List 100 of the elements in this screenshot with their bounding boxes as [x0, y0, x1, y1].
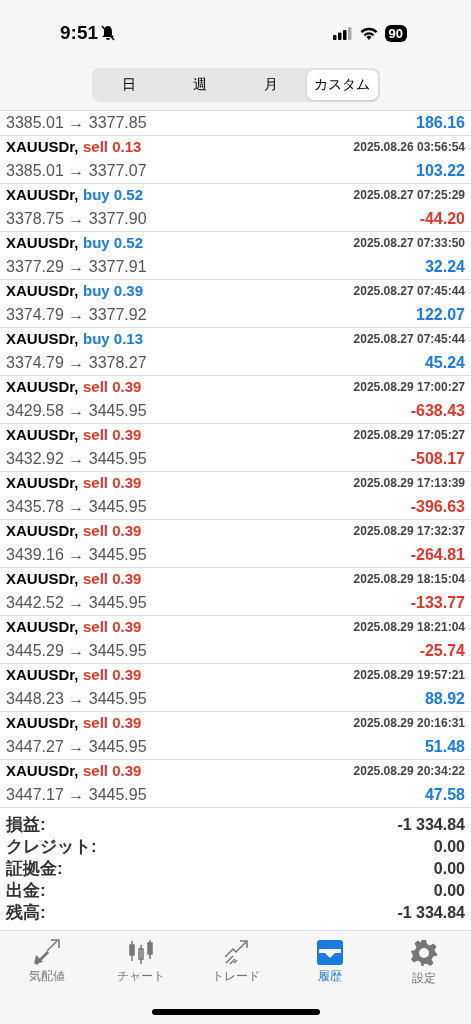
deal-time: 2025.08.27 07:45:44: [353, 284, 465, 299]
bell-muted-icon: [101, 25, 116, 41]
profit-value: -508.17: [410, 449, 465, 468]
order-label: sell 0.39: [83, 378, 142, 396]
symbol-label: XAUUSDr,: [6, 282, 79, 300]
price-range: 3429.58 → 3445.95: [6, 401, 147, 420]
symbol-label: XAUUSDr,: [6, 570, 79, 588]
deal-time: 2025.08.29 17:05:27: [353, 428, 465, 443]
symbol-label: XAUUSDr,: [6, 186, 79, 204]
deal-time: 2025.08.29 19:57:21: [353, 668, 465, 683]
deal-time: 2025.08.29 17:32:37: [353, 524, 465, 539]
segment-tab[interactable]: カスタム: [306, 70, 378, 100]
symbol-label: XAUUSDr,: [6, 666, 79, 684]
deal-time: 2025.08.29 17:13:39: [353, 476, 465, 491]
summary-value: -1 334.84: [397, 903, 465, 922]
order-label: buy 0.52: [83, 234, 143, 252]
price-range: 3448.23 → 3445.95: [6, 689, 147, 708]
candlestick-icon: [127, 938, 156, 965]
price-range: 3447.17 → 3445.95: [6, 785, 147, 804]
deal-time: 2025.08.29 20:16:31: [353, 716, 465, 731]
segment-tab[interactable]: 日: [93, 70, 165, 100]
summary-value: -1 334.84: [397, 815, 465, 834]
deal-time: 2025.08.26 03:56:54: [353, 140, 465, 155]
tab-bar-item[interactable]: 履歴: [282, 936, 377, 989]
price-range: 3385.01 → 3377.85: [6, 113, 147, 132]
tab-bar-item[interactable]: トレード: [188, 936, 283, 989]
clock-time: 9:51: [60, 22, 99, 44]
segment-tab[interactable]: 週: [164, 70, 236, 100]
price-range: 3442.52 → 3445.95: [6, 593, 147, 612]
order-label: buy 0.39: [83, 282, 143, 300]
symbol-label: XAUUSDr,: [6, 522, 79, 540]
order-label: sell 0.13: [83, 138, 142, 156]
profit-value: -638.43: [410, 401, 465, 420]
arrows-icon: [33, 938, 62, 965]
summary-label: 証拠金:: [6, 858, 63, 880]
summary-label: クレジット:: [6, 836, 97, 858]
price-range: 3374.79 → 3378.27: [6, 353, 147, 372]
order-label: sell 0.39: [83, 570, 142, 588]
profit-value: -396.63: [410, 497, 465, 516]
symbol-label: XAUUSDr,: [6, 234, 79, 252]
profit-value: 51.48: [424, 737, 465, 756]
profit-value: 122.07: [416, 305, 465, 324]
deal-time: 2025.08.29 18:15:04: [353, 572, 465, 587]
settings-icon: [409, 938, 438, 967]
profit-value: -25.74: [419, 641, 465, 660]
price-range: 3374.79 → 3377.92: [6, 305, 147, 324]
summary-label: 残高:: [6, 902, 46, 924]
summary-label: 出金:: [6, 880, 46, 902]
order-label: buy 0.13: [83, 330, 143, 348]
wifi-icon: [359, 26, 378, 40]
summary-label: 損益:: [6, 814, 46, 836]
order-label: sell 0.39: [83, 762, 142, 780]
price-range: 3377.29 → 3377.91: [6, 257, 147, 276]
symbol-label: XAUUSDr,: [6, 378, 79, 396]
profit-value: 88.92: [424, 689, 465, 708]
price-range: 3447.27 → 3445.95: [6, 737, 147, 756]
symbol-label: XAUUSDr,: [6, 330, 79, 348]
profit-value: 47.58: [424, 785, 465, 804]
summary-value: 0.00: [433, 859, 465, 878]
signal-icon: [332, 26, 353, 40]
profit-value: -264.81: [410, 545, 465, 564]
profit-value: 186.16: [416, 113, 465, 132]
price-range: 3445.29 → 3445.95: [6, 641, 147, 660]
tab-bar-item[interactable]: 設定: [376, 936, 471, 989]
profit-value: -44.20: [419, 209, 465, 228]
summary-value: 0.00: [433, 881, 465, 900]
deal-time: 2025.08.29 17:00:27: [353, 380, 465, 395]
profit-value: 32.24: [424, 257, 465, 276]
price-range: 3435.78 → 3445.95: [6, 497, 147, 516]
order-label: buy 0.52: [83, 186, 143, 204]
price-range: 3439.16 → 3445.95: [6, 545, 147, 564]
profit-value: -133.77: [410, 593, 465, 612]
symbol-label: XAUUSDr,: [6, 762, 79, 780]
tab-bar-item[interactable]: チャート: [94, 936, 189, 989]
profit-value: 45.24: [424, 353, 465, 372]
deal-time: 2025.08.29 18:21:04: [353, 620, 465, 635]
inbox-tray-icon: [315, 938, 344, 965]
summary-value: 0.00: [433, 837, 465, 856]
price-range: 3385.01 → 3377.07: [6, 161, 147, 180]
order-label: sell 0.39: [83, 474, 142, 492]
order-label: sell 0.39: [83, 714, 142, 732]
deal-time: 2025.08.27 07:33:50: [353, 236, 465, 251]
tab-bar-item[interactable]: 気配値: [0, 936, 95, 989]
symbol-label: XAUUSDr,: [6, 138, 79, 156]
symbol-label: XAUUSDr,: [6, 426, 79, 444]
symbol-label: XAUUSDr,: [6, 618, 79, 636]
deal-time: 2025.08.29 20:34:22: [353, 764, 465, 779]
symbol-label: XAUUSDr,: [6, 714, 79, 732]
symbol-label: XAUUSDr,: [6, 474, 79, 492]
deal-time: 2025.08.27 07:25:29: [353, 188, 465, 203]
order-label: sell 0.39: [83, 618, 142, 636]
order-label: sell 0.39: [83, 522, 142, 540]
order-label: sell 0.39: [83, 666, 142, 684]
price-range: 3432.92 → 3445.95: [6, 449, 147, 468]
segment-tab[interactable]: 月: [235, 70, 307, 100]
order-label: sell 0.39: [83, 426, 142, 444]
battery-level: 90: [384, 24, 407, 42]
price-range: 3378.75 → 3377.90: [6, 209, 147, 228]
profit-value: 103.22: [416, 161, 465, 180]
deal-time: 2025.08.27 07:45:44: [353, 332, 465, 347]
